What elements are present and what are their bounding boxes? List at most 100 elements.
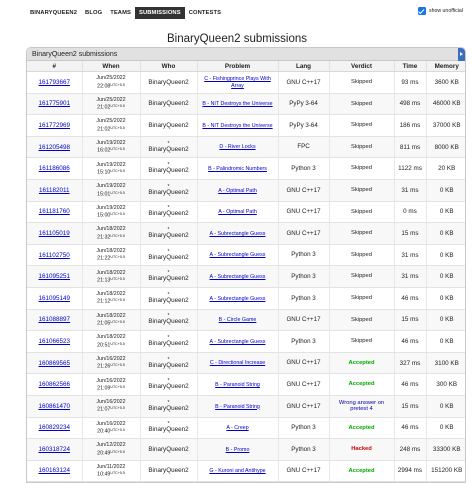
- submission-id-link[interactable]: 161105019: [39, 230, 70, 237]
- submission-id-link[interactable]: 161775901: [38, 100, 70, 107]
- problem-link[interactable]: B - Paranoid String: [215, 404, 260, 410]
- header-verdict[interactable]: Verdict: [329, 61, 395, 72]
- submission-id-link[interactable]: 160861470: [38, 403, 70, 410]
- when-cell: Jun/19/2022 16:02UTC+5.5: [82, 136, 141, 159]
- author-name[interactable]: BinaryQueen2: [148, 383, 188, 390]
- problem-link[interactable]: A - Subrectangle Guess: [210, 231, 266, 237]
- problem-link[interactable]: A - Subrectangle Guess: [210, 274, 266, 280]
- submission-id-link[interactable]: 160318724: [38, 446, 70, 453]
- problem-link[interactable]: A - Creep: [226, 425, 248, 431]
- submission-id-link[interactable]: 161793667: [38, 79, 70, 86]
- submission-id-link[interactable]: 160869565: [38, 360, 70, 367]
- table-body: 161793667 Jun/25/2022 22:08UTC+5.5 BinaryQu…: [27, 71, 465, 482]
- show-unofficial-toggle[interactable]: show unofficial: [418, 6, 463, 16]
- who-cell: * BinaryQueen2: [140, 309, 198, 332]
- verdict-cell: Skipped: [329, 179, 395, 202]
- problem-cell: A - Subrectangle Guess: [197, 330, 279, 353]
- author-name[interactable]: BinaryQueen2: [148, 100, 188, 107]
- corner-arrow-icon[interactable]: [458, 48, 465, 61]
- problem-link[interactable]: A - Subrectangle Guess: [210, 339, 266, 345]
- author-name[interactable]: BinaryQueen2: [148, 254, 188, 261]
- submission-id-link[interactable]: 161066523: [38, 338, 70, 345]
- submission-date: Jun/16/2022: [96, 355, 126, 362]
- author-name[interactable]: BinaryQueen2: [148, 446, 188, 453]
- submission-id-link[interactable]: 161102750: [39, 252, 70, 259]
- nav-submissions[interactable]: SUBMISSIONS: [135, 7, 185, 19]
- timezone-label: UTC+5.5: [110, 125, 125, 130]
- submission-id-link[interactable]: 161095251: [38, 273, 70, 280]
- author-name[interactable]: BinaryQueen2: [148, 426, 188, 433]
- problem-link[interactable]: D - River Locks: [219, 144, 255, 150]
- when-cell: Jun/18/2022 20:51UTC+5.5: [82, 330, 141, 353]
- author-name[interactable]: BinaryQueen2: [148, 232, 188, 239]
- submission-id-cell: 161186086: [27, 157, 83, 180]
- problem-link[interactable]: B - Palindromic Numbers: [208, 166, 267, 172]
- submission-id-cell: 161182011: [27, 179, 83, 202]
- header-who[interactable]: Who: [140, 61, 198, 72]
- author-name[interactable]: BinaryQueen2: [148, 122, 188, 129]
- nav-binaryqueen2[interactable]: BINARYQUEEN2: [26, 7, 81, 19]
- submission-date: Jun/25/2022: [96, 96, 126, 103]
- problem-link[interactable]: A - Optimal Path: [218, 209, 257, 215]
- verdict-cell: Skipped: [329, 309, 395, 332]
- table-row: 161775901 Jun/25/2022 21:02UTC+5.5 BinaryQu…: [27, 93, 465, 116]
- time-cell: 46 ms: [394, 373, 427, 396]
- language-cell: GNU C++17: [278, 222, 330, 245]
- submission-id-link[interactable]: 161088897: [38, 316, 70, 323]
- header-when[interactable]: When: [82, 61, 141, 72]
- submission-id-link[interactable]: 161186086: [39, 165, 70, 172]
- who-cell: * BinaryQueen2: [140, 287, 198, 310]
- author-name[interactable]: BinaryQueen2: [148, 79, 188, 86]
- header-id[interactable]: #: [27, 61, 83, 72]
- header-time[interactable]: Time: [394, 61, 427, 72]
- timezone-label: UTC+5.5: [110, 471, 125, 476]
- problem-link[interactable]: B - Paranoid String: [215, 382, 260, 388]
- problem-link[interactable]: B - Promo: [226, 447, 250, 453]
- submission-id-cell: 160163124: [27, 460, 83, 482]
- problem-link[interactable]: B - NIT Destroys the Universe: [202, 101, 272, 107]
- author-name[interactable]: BinaryQueen2: [148, 340, 188, 347]
- author-name[interactable]: BinaryQueen2: [148, 467, 188, 474]
- problem-link[interactable]: A - Subrectangle Guess: [210, 296, 266, 302]
- problem-cell: D - River Locks: [197, 136, 279, 159]
- nav-teams[interactable]: TEAMS: [106, 7, 135, 19]
- problem-link[interactable]: C - Directional Increase: [210, 360, 265, 366]
- nav-blog[interactable]: BLOG: [81, 7, 106, 19]
- author-name[interactable]: BinaryQueen2: [148, 146, 188, 153]
- problem-link[interactable]: A - Subrectangle Guess: [210, 252, 266, 258]
- when-cell: Jun/18/2022 21:22UTC+5.5: [82, 244, 141, 267]
- author-name[interactable]: BinaryQueen2: [148, 318, 188, 325]
- problem-link[interactable]: B - NIT Destroys the Universe: [202, 123, 272, 129]
- submission-id-link[interactable]: 161772969: [38, 122, 70, 129]
- problem-link[interactable]: A - Optimal Path: [218, 188, 257, 194]
- problem-link[interactable]: C - Fishingprince Plays With Array: [204, 76, 271, 89]
- submission-time: 21:02: [97, 126, 111, 133]
- verdict-cell: Skipped: [329, 201, 395, 224]
- table-row: 161772969 Jun/25/2022 21:02UTC+5.5 BinaryQu…: [27, 114, 465, 137]
- submission-date: Jun/19/2022: [96, 183, 126, 190]
- checkbox-icon[interactable]: [418, 7, 426, 15]
- author-name[interactable]: BinaryQueen2: [148, 362, 188, 369]
- submission-id-link[interactable]: 160829234: [38, 424, 70, 431]
- submission-id-link[interactable]: 160862566: [38, 381, 70, 388]
- author-name[interactable]: BinaryQueen2: [148, 297, 188, 304]
- author-name[interactable]: BinaryQueen2: [148, 210, 188, 217]
- problem-cell: B - NIT Destroys the Universe: [197, 114, 279, 137]
- header-memory[interactable]: Memory: [426, 61, 465, 72]
- author-name[interactable]: BinaryQueen2: [148, 167, 188, 174]
- language-cell: GNU C++17: [278, 460, 330, 482]
- table-row: 161186086 Jun/19/2022 15:10UTC+5.5 * BinaryQ…: [27, 157, 465, 180]
- author-name[interactable]: BinaryQueen2: [148, 405, 188, 412]
- author-name[interactable]: BinaryQueen2: [148, 189, 188, 196]
- nav-contests[interactable]: CONTESTS: [185, 7, 225, 19]
- problem-link[interactable]: G - Kuroni and Antihype: [209, 468, 265, 474]
- submission-id-link[interactable]: 161205498: [38, 144, 70, 151]
- submission-id-link[interactable]: 161095149: [38, 295, 70, 302]
- header-problem[interactable]: Problem: [197, 61, 279, 72]
- submission-id-link[interactable]: 160163124: [38, 467, 70, 474]
- problem-link[interactable]: B - Circle Game: [219, 317, 257, 323]
- submission-id-link[interactable]: 161181760: [39, 208, 70, 215]
- submission-id-link[interactable]: 161182011: [39, 187, 70, 194]
- author-name[interactable]: BinaryQueen2: [148, 275, 188, 282]
- header-lang[interactable]: Lang: [278, 61, 330, 72]
